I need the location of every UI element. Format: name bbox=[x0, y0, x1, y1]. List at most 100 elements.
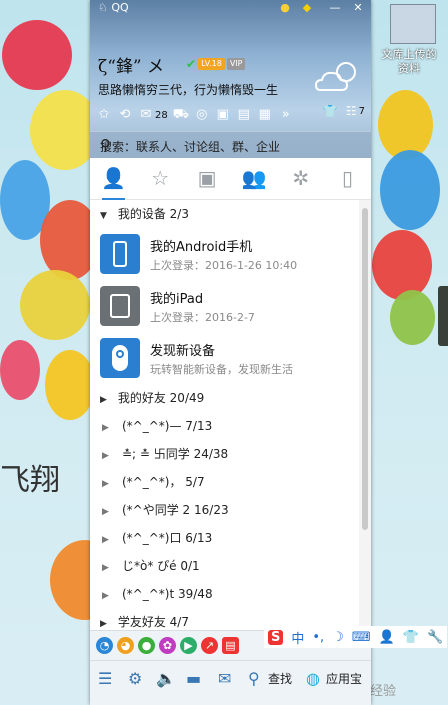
device-desc: 上次登录：2016-1-26 10:40 bbox=[150, 259, 298, 272]
game-icon[interactable]: ● bbox=[138, 637, 155, 654]
note-icon[interactable]: ▦ bbox=[257, 107, 273, 123]
punctuation-icon[interactable]: •, bbox=[312, 630, 324, 645]
mail-count: 28 bbox=[155, 109, 168, 121]
search-icon[interactable]: ⚲ bbox=[100, 136, 361, 154]
settings-gear-icon[interactable]: ⚙ bbox=[128, 669, 142, 688]
friend-group[interactable]: ▶ (*^_^*)t 39/48 bbox=[90, 580, 359, 608]
scrollbar[interactable] bbox=[359, 200, 371, 630]
shopping-icon[interactable]: ⛟ bbox=[173, 107, 189, 123]
friend-group[interactable]: ▶ (*^_^*)— 7/13 bbox=[90, 412, 359, 440]
device-desc: 玩转智能新设备，发现新生活 bbox=[150, 363, 293, 376]
vip-badge[interactable]: VIP bbox=[226, 58, 246, 70]
main-tabs: 👤 ☆ ▣ 👥 ✲ ▯ bbox=[90, 158, 371, 200]
app-store-button[interactable]: 应用宝 bbox=[326, 670, 362, 687]
device-android[interactable]: 我的Android手机 上次登录：2016-1-26 10:40 bbox=[90, 228, 359, 280]
ime-language[interactable]: 中 bbox=[291, 628, 304, 647]
balloon bbox=[390, 290, 435, 345]
balloon bbox=[0, 340, 40, 400]
app-store-icon[interactable]: ◍ bbox=[306, 669, 320, 688]
user-icon[interactable]: 👤 bbox=[379, 630, 395, 645]
friend-group[interactable]: ▶ ≛; ≛ 卐同学 24/38 bbox=[90, 440, 359, 468]
scrollbar-thumb[interactable] bbox=[362, 208, 368, 530]
more-icon[interactable]: » bbox=[278, 107, 294, 123]
group-my-devices[interactable]: ▼ 我的设备 2/3 bbox=[90, 200, 359, 228]
tab-groups[interactable]: 👥 bbox=[230, 158, 277, 199]
device-name: 我的Android手机 bbox=[150, 240, 253, 255]
contacts-icon: 👤 bbox=[100, 166, 126, 190]
tshirt-icon[interactable]: 👕 bbox=[323, 104, 338, 118]
friend-group[interactable]: ▶ じ*ò* ぴé 0/1 bbox=[90, 552, 359, 580]
level-badge[interactable]: LV.18 bbox=[198, 58, 225, 70]
friend-group[interactable]: ▶ (*^_^*)， 5/7 bbox=[90, 468, 359, 496]
qq-title: ♘ QQ bbox=[98, 1, 129, 14]
pdf-icon[interactable]: ▤ bbox=[222, 637, 239, 654]
side-volume-bar bbox=[438, 286, 448, 346]
discover-device-icon bbox=[100, 338, 140, 378]
apps-icon: ✲ bbox=[292, 166, 310, 190]
main-menu-icon[interactable]: ☰ bbox=[98, 669, 112, 688]
desktop-file-label[interactable]: 文库上传的 资料 bbox=[372, 48, 446, 76]
ipad-icon bbox=[100, 286, 140, 326]
weibo-icon[interactable]: ⟲ bbox=[117, 107, 133, 123]
keyboard-icon[interactable]: ⌨ bbox=[352, 630, 371, 645]
signature[interactable]: 思路懒惰穷三代，行为懒惰毁一生 bbox=[98, 81, 278, 98]
mail-icon[interactable]: ✉ bbox=[138, 107, 154, 123]
flower-icon[interactable]: ✿ bbox=[159, 637, 176, 654]
wrench-icon[interactable]: 🔧 bbox=[427, 630, 443, 645]
group-icon: 👥 bbox=[241, 166, 267, 190]
desktop-art-text: 飞翔 bbox=[0, 463, 60, 498]
wallet-icon[interactable]: ▣ bbox=[215, 107, 231, 123]
chevron-right-icon: ▶ bbox=[102, 451, 109, 461]
tab-chats[interactable]: ▣ bbox=[184, 158, 231, 199]
balloon bbox=[45, 350, 95, 420]
tab-favorites[interactable]: ☆ bbox=[137, 158, 184, 199]
tab-phone[interactable]: ▯ bbox=[324, 158, 371, 199]
verified-icon[interactable]: ✔ bbox=[186, 57, 196, 71]
ime-toolbar: S 中 •, ☽ ⌨ 👤 👕 🔧 bbox=[264, 626, 448, 648]
chevron-right-icon: ▶ bbox=[102, 507, 109, 517]
qq-browser-icon[interactable]: ◔ bbox=[96, 637, 113, 654]
moon-icon[interactable]: ☽ bbox=[332, 630, 344, 645]
status-icon[interactable]: ● bbox=[276, 0, 294, 16]
favorite-star-icon: ☆ bbox=[151, 166, 170, 190]
android-phone-icon bbox=[100, 234, 140, 274]
speaker-icon[interactable]: 🔈 bbox=[156, 669, 176, 688]
chevron-right-icon: ▶ bbox=[102, 423, 109, 433]
chevron-right-icon: ▶ bbox=[102, 479, 109, 489]
friend-group[interactable]: ▶ (*^や同学 2 16/23 bbox=[90, 496, 359, 524]
group-my-friends[interactable]: ▶ 我的好友 20/49 bbox=[90, 384, 359, 412]
balloon bbox=[20, 270, 90, 340]
nickname[interactable]: ζ“鋒” メ bbox=[98, 52, 164, 77]
chevron-right-icon: ▶ bbox=[100, 619, 107, 629]
tab-contacts[interactable]: 👤 bbox=[90, 158, 137, 200]
qq-pet-icon[interactable]: ◕ bbox=[117, 637, 134, 654]
qq-logo-icon: ♘ bbox=[98, 1, 108, 14]
find-icon[interactable]: ⚲ bbox=[248, 669, 260, 688]
title-bar: ♘ QQ ● ◆ — ✕ bbox=[90, 0, 371, 16]
find-button[interactable]: 查找 bbox=[268, 670, 292, 687]
skin-icon[interactable]: ◆ bbox=[298, 0, 316, 16]
skin-shirt-icon[interactable]: 👕 bbox=[403, 630, 419, 645]
search-bar[interactable]: 搜索：联系人、讨论组、群、企业 ⚲ bbox=[90, 131, 371, 158]
friend-group[interactable]: ▶ (*^_^*)口 6/13 bbox=[90, 524, 359, 552]
video-icon[interactable]: ▶ bbox=[180, 637, 197, 654]
profile-toolbar-right: 👕 ☷ 7 bbox=[323, 104, 365, 118]
sogou-s-icon[interactable]: S bbox=[268, 629, 284, 645]
device-discover[interactable]: 发现新设备 玩转智能新设备，发现新生活 bbox=[90, 332, 359, 384]
chat-bubble-icon: ▣ bbox=[197, 166, 217, 190]
stock-icon[interactable]: ↗ bbox=[201, 637, 218, 654]
folder-icon[interactable]: ▬ bbox=[186, 669, 201, 688]
balloon bbox=[380, 150, 440, 230]
minimize-button[interactable]: — bbox=[326, 0, 344, 16]
close-button[interactable]: ✕ bbox=[349, 0, 367, 16]
balloon bbox=[2, 20, 72, 90]
device-ipad[interactable]: 我的iPad 上次登录：2016-2-7 bbox=[90, 280, 359, 332]
browser-icon[interactable]: ◎ bbox=[194, 107, 210, 123]
weather-icon[interactable] bbox=[312, 58, 364, 96]
calendar-icon[interactable]: ▤ bbox=[236, 107, 252, 123]
message-manager-icon[interactable]: ✉ bbox=[218, 669, 231, 688]
qzone-icon[interactable]: ✩ bbox=[96, 107, 112, 123]
tab-apps[interactable]: ✲ bbox=[277, 158, 324, 199]
device-name: 我的iPad bbox=[150, 292, 204, 307]
message-box-icon[interactable]: ☷ bbox=[346, 104, 357, 118]
